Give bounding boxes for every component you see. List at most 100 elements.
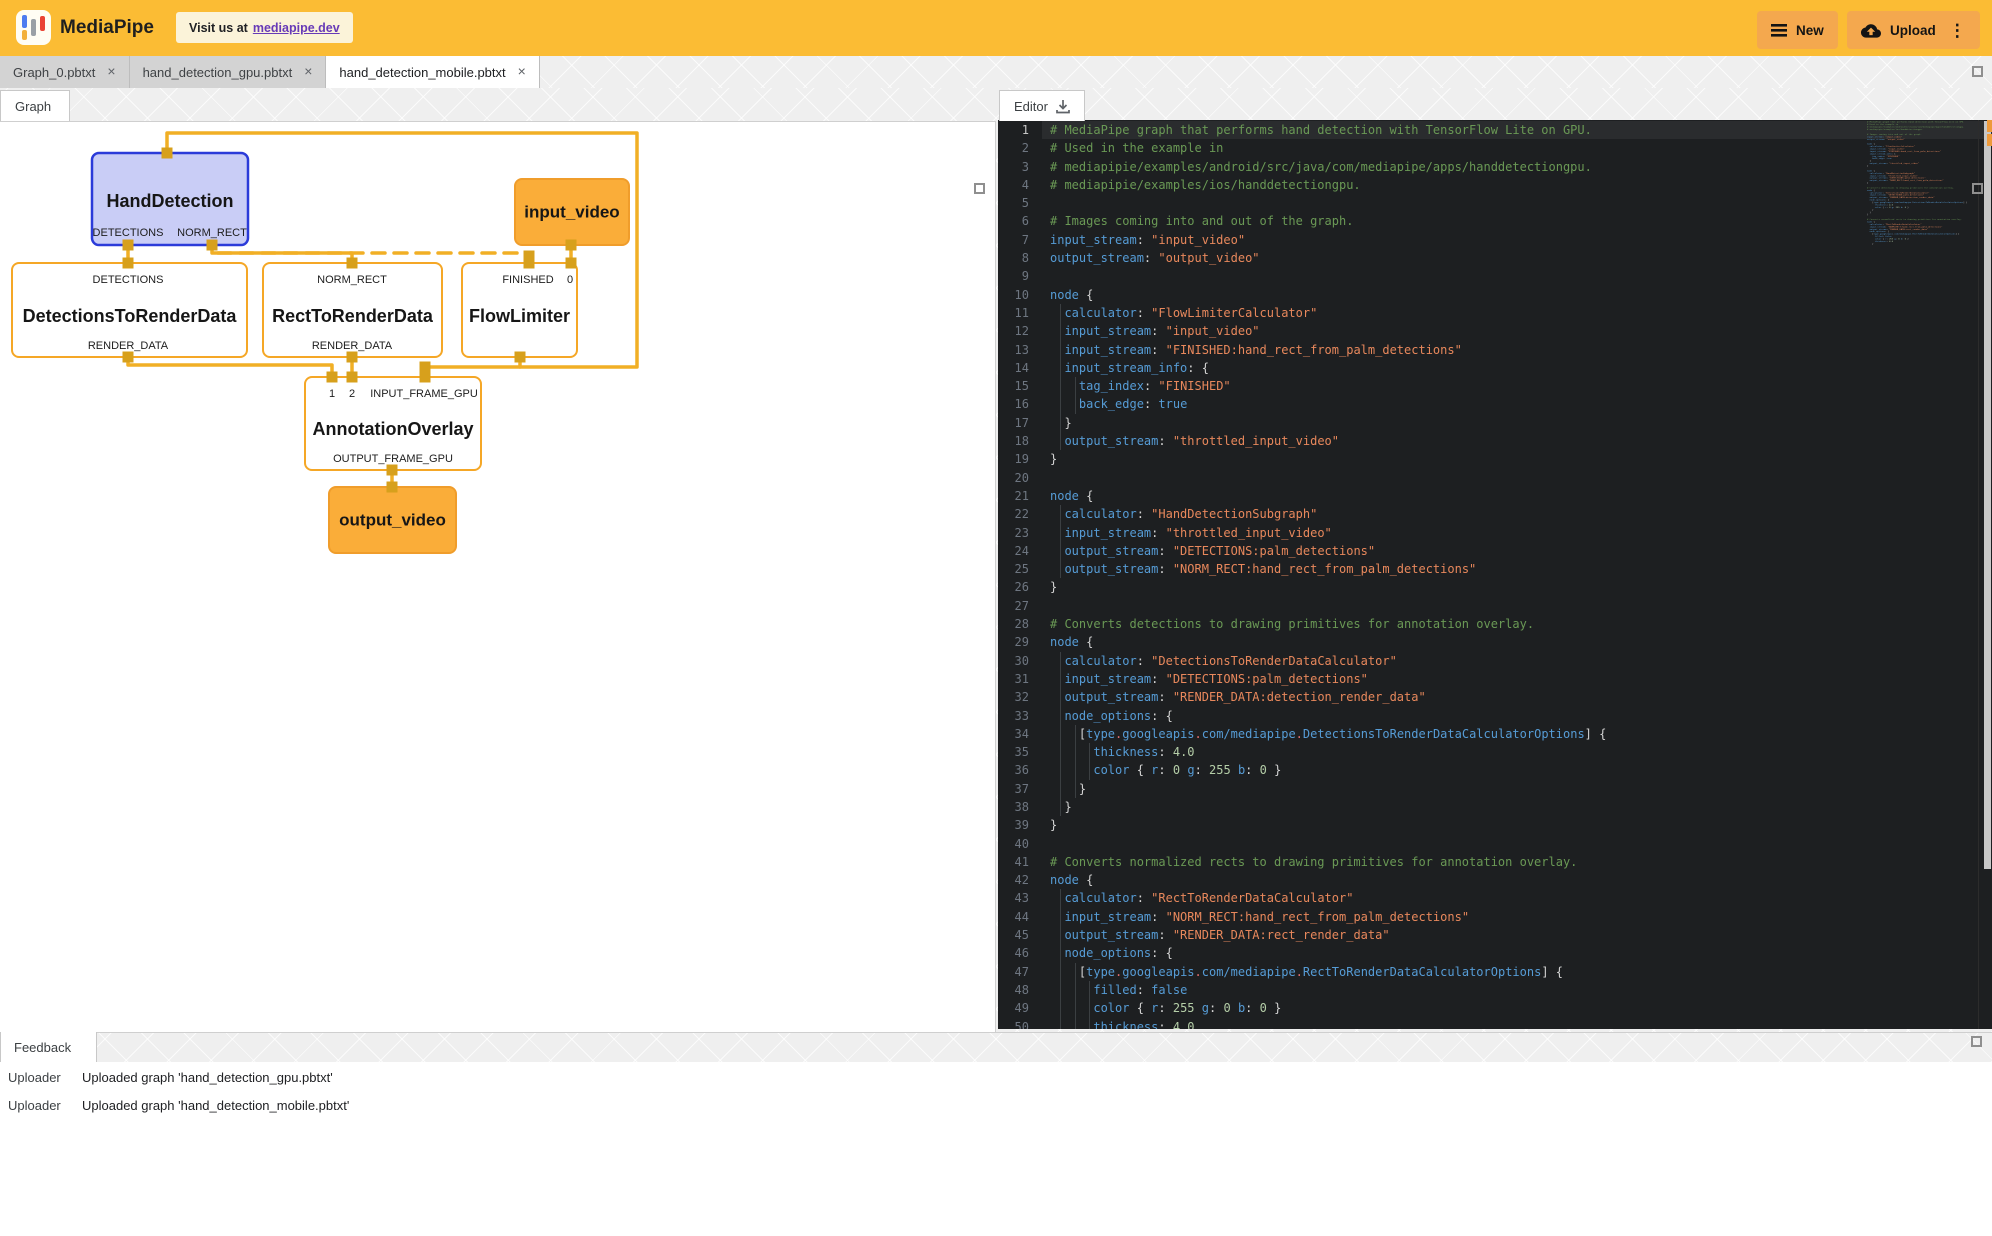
- code-line[interactable]: 25 output_stream: "NORM_RECT:hand_rect_f…: [998, 560, 1992, 578]
- code-line[interactable]: 37 }: [998, 780, 1992, 798]
- port-square: [387, 465, 398, 476]
- code-line[interactable]: 26}: [998, 578, 1992, 596]
- node-title: input_video: [524, 203, 619, 222]
- file-tab[interactable]: hand_detection_mobile.pbtxt×: [326, 56, 539, 88]
- code-line[interactable]: 44 input_stream: "NORM_RECT:hand_rect_fr…: [998, 908, 1992, 926]
- code-line[interactable]: 46 node_options: {: [998, 944, 1992, 962]
- code-editor[interactable]: 1# MediaPipe graph that performs hand de…: [998, 120, 1992, 1029]
- code-line[interactable]: 34 [type.googleapis.com/mediapipe.Detect…: [998, 725, 1992, 743]
- code-line[interactable]: 8output_stream: "output_video": [998, 249, 1992, 267]
- code-line[interactable]: 43 calculator: "RectToRenderDataCalculat…: [998, 889, 1992, 907]
- tab-editor[interactable]: Editor: [999, 90, 1085, 121]
- editor-minimap[interactable]: # MediaPipe graph that performs hand det…: [1867, 121, 1977, 1021]
- code-line[interactable]: 36 color { r: 0 g: 255 b: 0 }: [998, 761, 1992, 779]
- code-line[interactable]: 7input_stream: "input_video": [998, 231, 1992, 249]
- code-line[interactable]: 47 [type.googleapis.com/mediapipe.RectTo…: [998, 963, 1992, 981]
- close-icon[interactable]: ×: [107, 64, 115, 78]
- line-number: 47: [998, 963, 1042, 981]
- code-line[interactable]: 9: [998, 267, 1992, 285]
- code-line[interactable]: 50 thickness: 4.0: [998, 1018, 1992, 1029]
- code-line[interactable]: 10node {: [998, 286, 1992, 304]
- code-line[interactable]: 4# mediapipie/examples/ios/handdetection…: [998, 176, 1992, 194]
- code-line[interactable]: 13 input_stream: "FINISHED:hand_rect_fro…: [998, 341, 1992, 359]
- graph-node-AnnotationOverlay[interactable]: AnnotationOverlay12INPUT_FRAME_GPUOUTPUT…: [305, 377, 481, 470]
- code-line[interactable]: 1# MediaPipe graph that performs hand de…: [998, 121, 1992, 139]
- code-line[interactable]: 29node {: [998, 633, 1992, 651]
- code-line[interactable]: 5: [998, 194, 1992, 212]
- close-icon[interactable]: ×: [304, 64, 312, 78]
- download-icon[interactable]: [1056, 99, 1070, 114]
- visit-us-chip[interactable]: Visit us at mediapipe.dev: [176, 12, 353, 43]
- graph-node-DetectionsToRenderData[interactable]: DetectionsToRenderDataDETECTIONSRENDER_D…: [12, 263, 247, 357]
- code-line[interactable]: 48 filled: false: [998, 981, 1992, 999]
- line-number: 42: [998, 871, 1042, 889]
- code-line[interactable]: 23 input_stream: "throttled_input_video": [998, 524, 1992, 542]
- upload-button[interactable]: Upload ⋮: [1847, 11, 1980, 49]
- port-label: DETECTIONS: [93, 227, 164, 239]
- code-line[interactable]: 12 input_stream: "input_video": [998, 322, 1992, 340]
- code-line[interactable]: 40: [998, 835, 1992, 853]
- kebab-menu-icon[interactable]: ⋮: [1949, 22, 1966, 39]
- code-line[interactable]: 49 color { r: 255 g: 0 b: 0 }: [998, 999, 1992, 1017]
- popout-top-icon[interactable]: [1972, 66, 1983, 77]
- code-line[interactable]: 2# Used in the example in: [998, 139, 1992, 157]
- code-line[interactable]: 38 }: [998, 798, 1992, 816]
- code-line[interactable]: 17 }: [998, 414, 1992, 432]
- graph-node-HandDetection[interactable]: HandDetectionDETECTIONSNORM_RECT: [92, 153, 248, 245]
- code-line[interactable]: 24 output_stream: "DETECTIONS:palm_detec…: [998, 542, 1992, 560]
- code-line[interactable]: 6# Images coming into and out of the gra…: [998, 212, 1992, 230]
- port-square: [123, 352, 134, 363]
- graph-node-input_video[interactable]: input_video: [515, 179, 629, 245]
- code-line[interactable]: 18 output_stream: "throttled_input_video…: [998, 432, 1992, 450]
- code-line[interactable]: 15 tag_index: "FINISHED": [998, 377, 1992, 395]
- file-tab[interactable]: hand_detection_gpu.pbtxt×: [130, 56, 327, 88]
- graph-node-RectToRenderData[interactable]: RectToRenderDataNORM_RECTRENDER_DATA: [263, 263, 442, 357]
- code-line[interactable]: 42node {: [998, 871, 1992, 889]
- tab-graph[interactable]: Graph: [0, 90, 70, 121]
- graph-node-output_video[interactable]: output_video: [329, 487, 456, 553]
- mediapipe-dev-link[interactable]: mediapipe.dev: [253, 21, 340, 35]
- line-number: 39: [998, 816, 1042, 834]
- popout-editor-icon[interactable]: [1972, 183, 1983, 194]
- code-line[interactable]: 3# mediapipie/examples/android/src/java/…: [998, 158, 1992, 176]
- feedback-strip: [0, 1032, 1992, 1062]
- feedback-row: UploaderUploaded graph 'hand_detection_m…: [0, 1094, 1992, 1117]
- line-content: }: [1042, 578, 1992, 596]
- code-area[interactable]: 1# MediaPipe graph that performs hand de…: [998, 121, 1992, 1029]
- code-line[interactable]: 28# Converts detections to drawing primi…: [998, 615, 1992, 633]
- line-content: }: [1042, 414, 1992, 432]
- line-number: 28: [998, 615, 1042, 633]
- code-line[interactable]: 22 calculator: "HandDetectionSubgraph": [998, 505, 1992, 523]
- line-content: node {: [1042, 871, 1992, 889]
- new-button[interactable]: New: [1757, 11, 1838, 49]
- line-content: input_stream: "FINISHED:hand_rect_from_p…: [1042, 341, 1992, 359]
- line-number: 44: [998, 908, 1042, 926]
- editor-scrollbar[interactable]: [1984, 121, 1991, 869]
- code-line[interactable]: 19}: [998, 450, 1992, 468]
- line-content: [type.googleapis.com/mediapipe.Detection…: [1042, 725, 1992, 743]
- code-line[interactable]: 41# Converts normalized rects to drawing…: [998, 853, 1992, 871]
- line-content: back_edge: true: [1042, 395, 1992, 413]
- tab-feedback[interactable]: Feedback: [0, 1032, 97, 1062]
- code-line[interactable]: 21node {: [998, 487, 1992, 505]
- code-line[interactable]: 20: [998, 469, 1992, 487]
- code-line[interactable]: 16 back_edge: true: [998, 395, 1992, 413]
- file-tab[interactable]: Graph_0.pbtxt×: [0, 56, 130, 88]
- popout-graph-icon[interactable]: [974, 183, 985, 194]
- popout-feedback-icon[interactable]: [1971, 1036, 1982, 1047]
- code-line[interactable]: 14 input_stream_info: {: [998, 359, 1992, 377]
- line-content: node {: [1042, 487, 1992, 505]
- code-line[interactable]: 30 calculator: "DetectionsToRenderDataCa…: [998, 652, 1992, 670]
- graph-canvas[interactable]: HandDetectionDETECTIONSNORM_RECT input_vi…: [0, 121, 996, 1032]
- port-label: OUTPUT_FRAME_GPU: [333, 453, 453, 465]
- code-line[interactable]: 45 output_stream: "RENDER_DATA:rect_rend…: [998, 926, 1992, 944]
- code-line[interactable]: 39}: [998, 816, 1992, 834]
- code-line[interactable]: 27: [998, 597, 1992, 615]
- code-line[interactable]: 11 calculator: "FlowLimiterCalculator": [998, 304, 1992, 322]
- close-icon[interactable]: ×: [518, 64, 526, 78]
- code-line[interactable]: 31 input_stream: "DETECTIONS:palm_detect…: [998, 670, 1992, 688]
- code-line[interactable]: 32 output_stream: "RENDER_DATA:detection…: [998, 688, 1992, 706]
- code-line[interactable]: 35 thickness: 4.0: [998, 743, 1992, 761]
- graph-node-FlowLimiter[interactable]: FlowLimiterFINISHED0: [462, 263, 577, 357]
- code-line[interactable]: 33 node_options: {: [998, 707, 1992, 725]
